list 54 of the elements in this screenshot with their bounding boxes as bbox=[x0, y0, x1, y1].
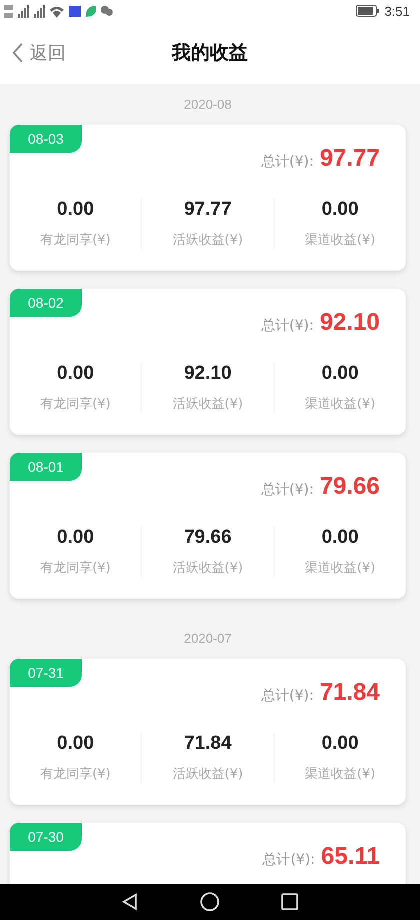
amount-label: 活跃收益(¥) bbox=[172, 232, 244, 249]
leaf-icon bbox=[86, 6, 96, 16]
total-amount: 79.66 bbox=[320, 473, 380, 501]
amount-value: 0.00 bbox=[57, 363, 94, 385]
wifi-icon bbox=[50, 4, 64, 18]
amount-label: 活跃收益(¥) bbox=[172, 560, 244, 577]
chevron-left-icon bbox=[12, 43, 24, 63]
back-button[interactable]: 返回 bbox=[10, 39, 68, 67]
chat-bubbles-icon bbox=[101, 6, 113, 16]
total-label: 总计(¥): bbox=[261, 481, 314, 499]
amount-label: 渠道收益(¥) bbox=[305, 560, 376, 577]
amount-value: 0.00 bbox=[57, 527, 94, 549]
date-tag: 08-02 bbox=[10, 289, 82, 317]
amount-label: 活跃收益(¥) bbox=[172, 766, 244, 783]
signal-icon bbox=[34, 4, 45, 18]
total-amount: 71.84 bbox=[320, 679, 380, 707]
amount-label: 有龙同享(¥) bbox=[40, 232, 111, 249]
status-time: 3:51 bbox=[384, 4, 410, 18]
total-label: 总计(¥): bbox=[262, 851, 316, 869]
amount-value: 92.10 bbox=[184, 363, 232, 385]
page-title: 我的收益 bbox=[172, 41, 248, 66]
total-label: 总计(¥): bbox=[261, 153, 314, 171]
amount-value: 0.00 bbox=[57, 199, 94, 221]
date-tag: 08-03 bbox=[10, 125, 82, 153]
total-amount: 97.77 bbox=[320, 145, 380, 173]
total-amount: 65.11 bbox=[321, 843, 380, 871]
amount-label: 有龙同享(¥) bbox=[40, 396, 111, 413]
signal-icon bbox=[18, 4, 29, 18]
total-amount: 92.10 bbox=[320, 309, 380, 337]
amount-label: 渠道收益(¥) bbox=[305, 232, 376, 249]
home-circle-icon[interactable] bbox=[200, 892, 220, 912]
date-tag: 08-01 bbox=[10, 453, 82, 481]
amount-value: 0.00 bbox=[322, 363, 359, 385]
amount-label: 有龙同享(¥) bbox=[40, 766, 111, 783]
total-label: 总计(¥): bbox=[261, 317, 314, 335]
date-tag: 07-31 bbox=[10, 659, 82, 687]
amount-label: 渠道收益(¥) bbox=[305, 766, 376, 783]
total-label: 总计(¥): bbox=[261, 687, 314, 705]
amount-label: 有龙同享(¥) bbox=[40, 560, 111, 577]
amount-value: 0.00 bbox=[322, 199, 359, 221]
date-tag: 07-30 bbox=[10, 823, 82, 851]
amount-value: 71.84 bbox=[184, 733, 232, 755]
month-label: 2020-08 bbox=[184, 97, 232, 112]
amount-label: 活跃收益(¥) bbox=[172, 396, 244, 413]
amount-value: 0.00 bbox=[322, 527, 359, 549]
amount-value: 97.77 bbox=[184, 199, 232, 221]
amount-label: 渠道收益(¥) bbox=[305, 396, 376, 413]
amount-value: 79.66 bbox=[184, 527, 232, 549]
battery-icon bbox=[356, 5, 380, 17]
amount-value: 0.00 bbox=[57, 733, 94, 755]
month-label: 2020-07 bbox=[184, 630, 232, 646]
recents-square-icon[interactable] bbox=[281, 893, 300, 911]
amount-value: 0.00 bbox=[322, 733, 359, 755]
back-triangle-icon[interactable] bbox=[120, 893, 139, 911]
